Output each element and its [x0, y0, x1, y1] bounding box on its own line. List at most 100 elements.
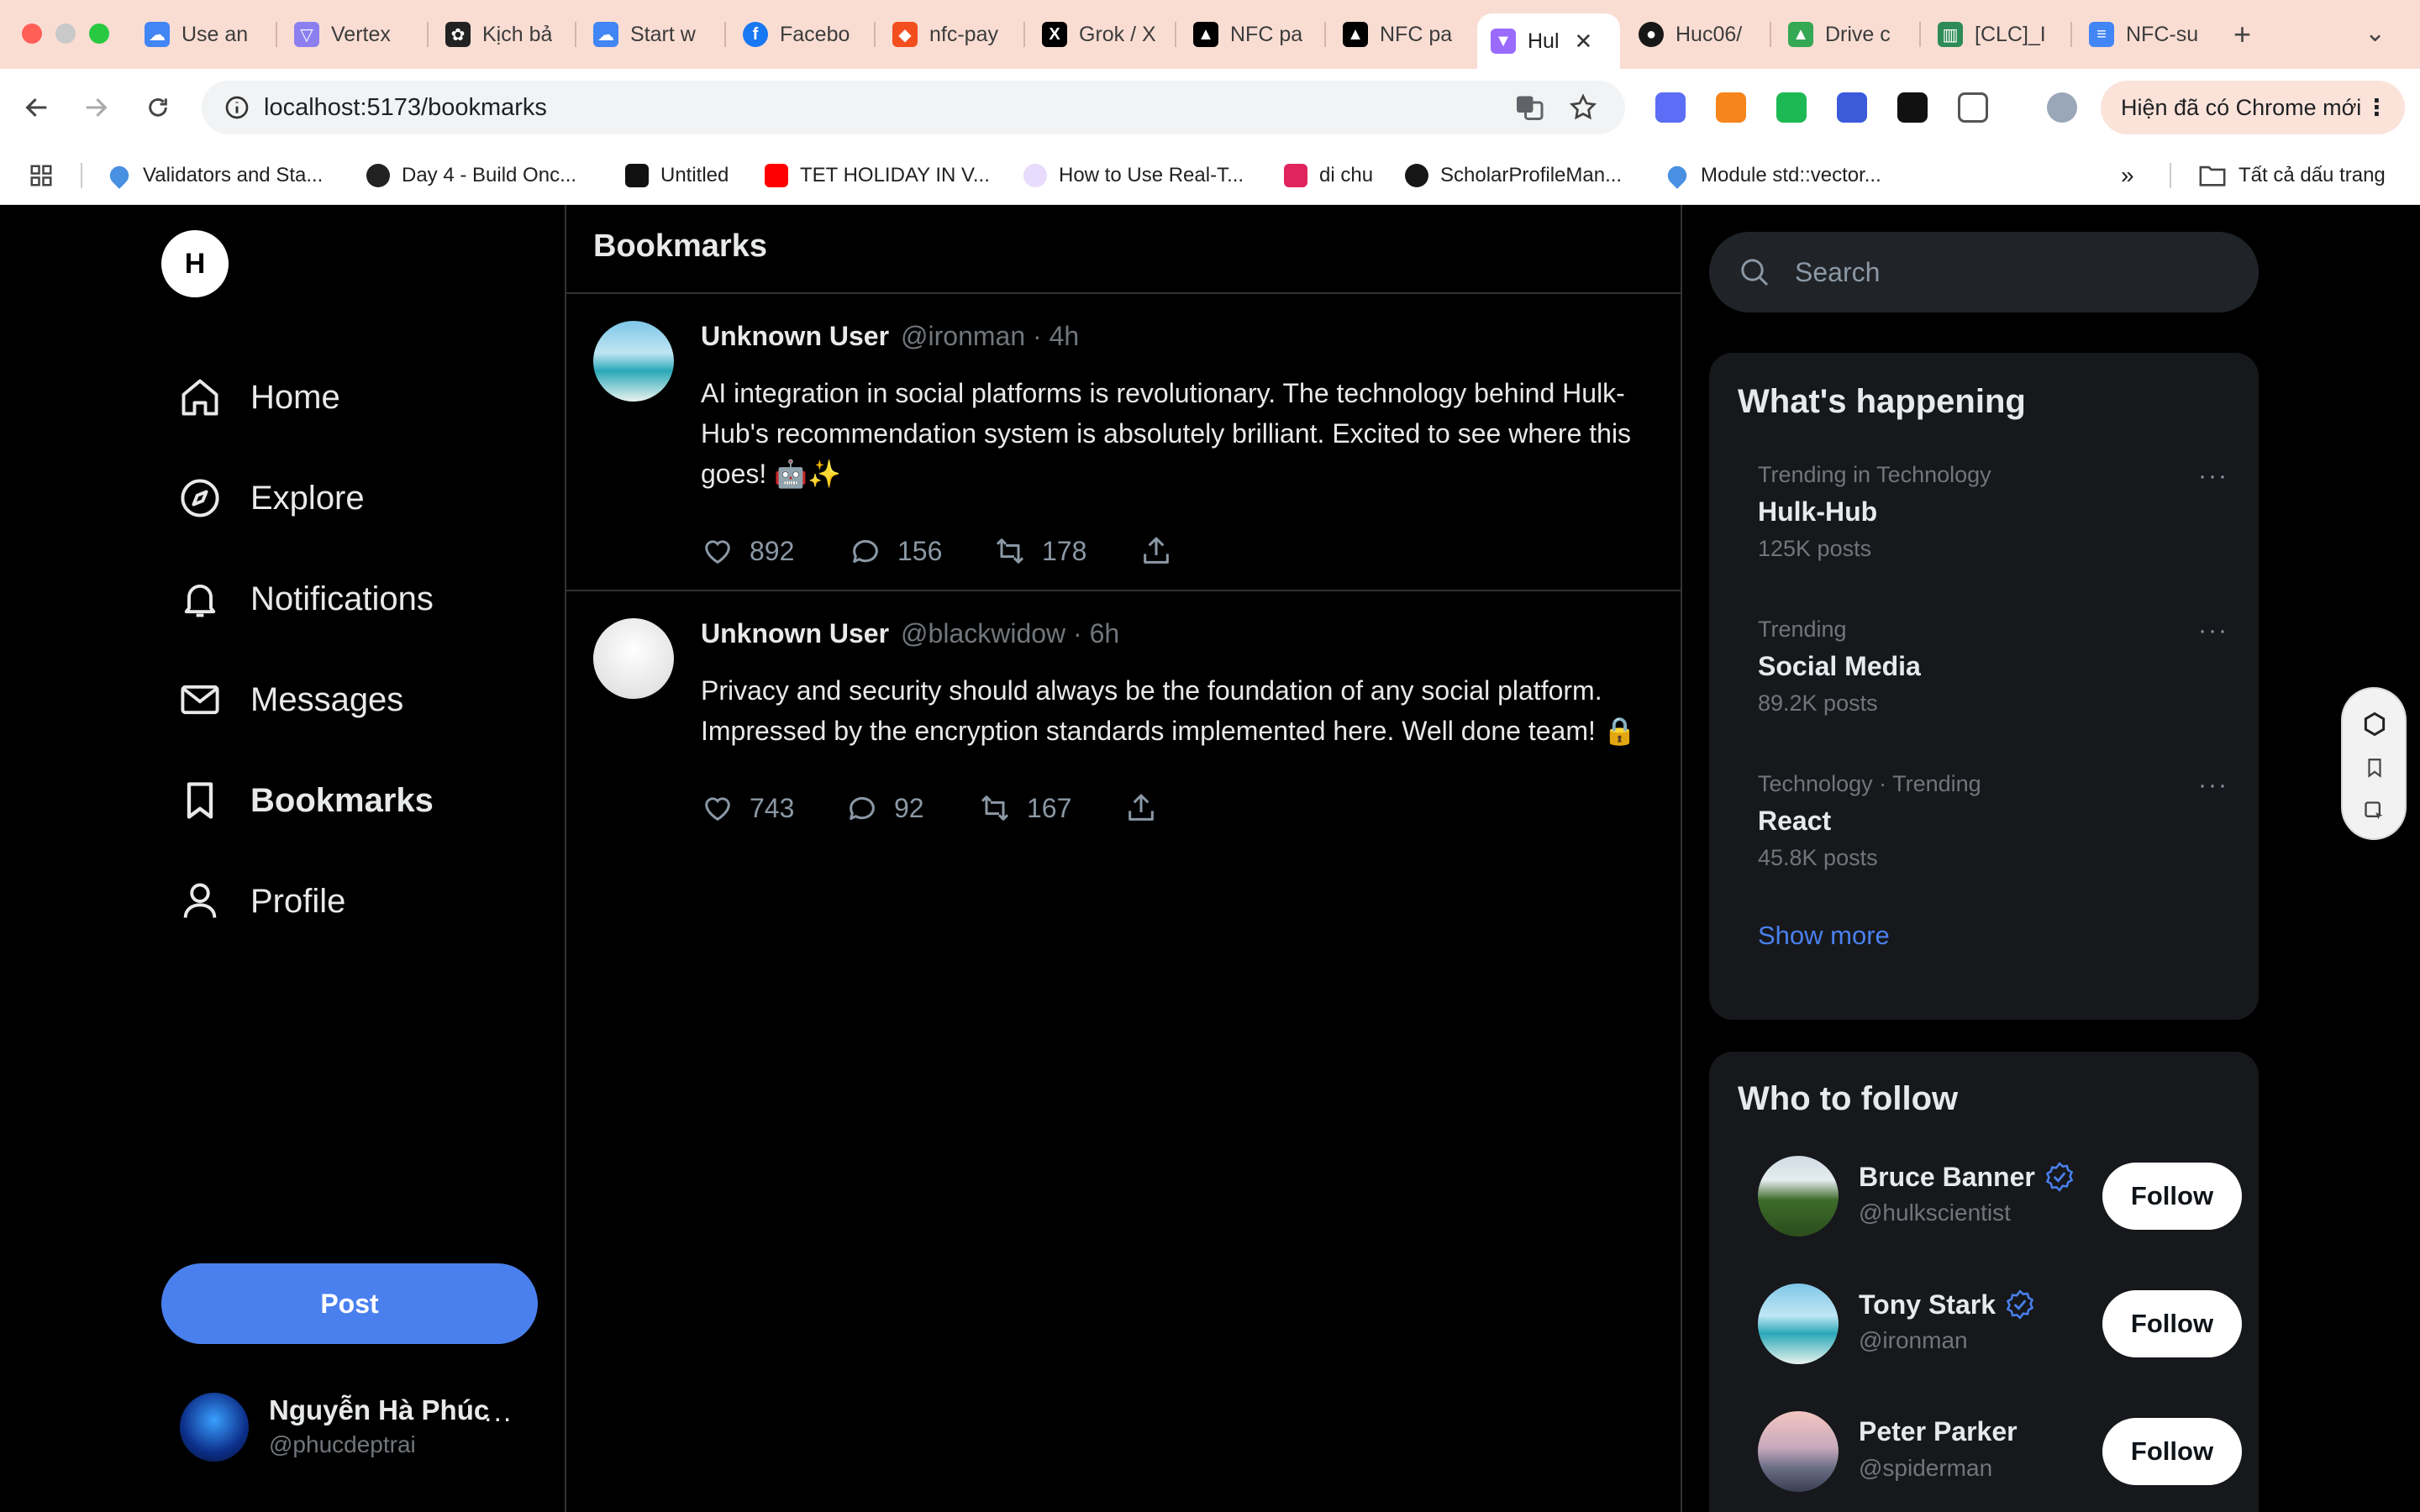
- chrome-update-button[interactable]: Hiện đã có Chrome mới ⋮: [2101, 81, 2405, 134]
- forward-button[interactable]: [77, 89, 114, 126]
- bookmark-item[interactable]: Untitled: [625, 161, 729, 190]
- follow-button[interactable]: Follow: [2102, 1290, 2242, 1357]
- nav-bookmarks[interactable]: Bookmarks: [178, 771, 434, 830]
- address-bar[interactable]: localhost:5173/bookmarks: [202, 81, 1625, 134]
- like-button[interactable]: 892: [701, 534, 794, 568]
- browser-tab[interactable]: ☁ Use an: [131, 13, 274, 55]
- browser-tab[interactable]: X Grok / X: [1028, 13, 1171, 55]
- browser-tab[interactable]: ✿ Kịch bả: [432, 13, 571, 55]
- screenshot-select-icon[interactable]: [2360, 796, 2390, 827]
- bookmark-item[interactable]: Module std::vector...: [1664, 161, 1881, 190]
- nav-messages[interactable]: Messages: [178, 670, 403, 729]
- extension-icon[interactable]: [1837, 92, 1867, 123]
- trend-item[interactable]: Trending Social Media 89.2K posts ···: [1758, 617, 2228, 717]
- puzzle-icon[interactable]: [1958, 92, 1988, 123]
- avatar[interactable]: [1758, 1156, 1839, 1236]
- avatar[interactable]: [1758, 1284, 1839, 1364]
- avatar[interactable]: [1758, 1411, 1839, 1492]
- show-more-link[interactable]: Show more: [1758, 921, 1890, 951]
- avatar[interactable]: [593, 618, 674, 699]
- extension-icon[interactable]: [1897, 92, 1928, 123]
- follow-suggestion[interactable]: Bruce Banner @hulkscientist Follow: [1758, 1156, 2242, 1238]
- browser-tab[interactable]: ≡ NFC-su: [2075, 13, 2215, 55]
- more-options-icon[interactable]: ···: [2198, 771, 2228, 800]
- follow-suggestion[interactable]: Peter Parker @spiderman Follow: [1758, 1411, 2242, 1494]
- app-logo[interactable]: H: [161, 230, 229, 297]
- browser-tab[interactable]: ▲ NFC pa: [1329, 13, 1472, 55]
- bookmark-icon[interactable]: [2360, 753, 2390, 783]
- new-tab-button[interactable]: +: [2233, 17, 2251, 52]
- all-bookmarks-folder[interactable]: Tất cả dấu trang: [2198, 161, 2386, 190]
- like-button[interactable]: 743: [701, 791, 794, 825]
- browser-tab[interactable]: f Facebo: [729, 13, 871, 55]
- metamask-icon[interactable]: [1716, 92, 1746, 123]
- kebab-menu-icon[interactable]: ⋮: [2365, 95, 2388, 121]
- bookmark-star-icon[interactable]: [1568, 92, 1598, 123]
- bookmark-item[interactable]: Validators and Sta...: [106, 161, 323, 190]
- browser-tab[interactable]: ▲ NFC pa: [1180, 13, 1321, 55]
- site-info-icon[interactable]: [224, 94, 250, 121]
- follow-suggestion[interactable]: Tony Stark @ironman Follow: [1758, 1284, 2242, 1366]
- bookmark-item[interactable]: TET HOLIDAY IN V...: [765, 161, 990, 190]
- browser-tab[interactable]: ● Huc06/: [1625, 13, 1766, 55]
- reply-button[interactable]: 92: [845, 791, 924, 825]
- trend-item[interactable]: Trending in Technology Hulk-Hub 125K pos…: [1758, 462, 2228, 562]
- bookmark-item[interactable]: Day 4 - Build Onc...: [366, 161, 576, 190]
- translate-icon[interactable]: [1514, 92, 1544, 123]
- close-window-button[interactable]: [22, 24, 42, 44]
- search-input[interactable]: Search: [1709, 232, 2259, 312]
- apps-grid-icon[interactable]: [29, 161, 54, 190]
- nav-explore[interactable]: Explore: [178, 469, 365, 528]
- follow-button[interactable]: Follow: [2102, 1418, 2242, 1485]
- post-card[interactable]: Unknown User @ironman · 4h AI integration…: [566, 321, 1681, 573]
- extension-icon[interactable]: [1776, 92, 1807, 123]
- account-switcher[interactable]: Nguyễn Hà Phúc @phucdeptrai ...: [180, 1393, 533, 1468]
- x-icon: X: [1042, 22, 1067, 47]
- repost-button[interactable]: 167: [978, 791, 1071, 825]
- share-button[interactable]: [1124, 791, 1173, 825]
- reload-button[interactable]: [139, 89, 176, 126]
- extension-icon[interactable]: [1655, 92, 1686, 123]
- facebook-icon: f: [743, 22, 768, 47]
- post-button[interactable]: Post: [161, 1263, 538, 1344]
- nav-notifications[interactable]: Notifications: [178, 570, 434, 628]
- back-button[interactable]: [18, 89, 55, 126]
- minimize-window-button[interactable]: [55, 24, 76, 44]
- heart-icon: [705, 797, 730, 822]
- follow-button[interactable]: Follow: [2102, 1163, 2242, 1230]
- bookmark-item[interactable]: ScholarProfileMan...: [1405, 161, 1622, 190]
- post-author-name[interactable]: Unknown User: [701, 321, 889, 351]
- post-author-name[interactable]: Unknown User: [701, 618, 889, 648]
- browser-tab[interactable]: ◆ nfc-pay: [879, 13, 1020, 55]
- browser-tab-active[interactable]: ▼ Hul ✕: [1477, 13, 1620, 69]
- browser-tab[interactable]: ▽ Vertex: [281, 13, 420, 55]
- more-bookmarks-chevron-icon[interactable]: »: [2121, 161, 2134, 190]
- browser-tab[interactable]: ☁ Start w: [580, 13, 721, 55]
- nav-home[interactable]: Home: [178, 368, 340, 427]
- share-button[interactable]: [1139, 534, 1188, 568]
- repost-icon: [996, 538, 1024, 564]
- more-options-icon[interactable]: ···: [2198, 617, 2228, 645]
- reply-button[interactable]: 156: [849, 534, 942, 568]
- hexagon-icon[interactable]: [2360, 709, 2390, 739]
- bookmark-item[interactable]: di chu: [1284, 161, 1373, 190]
- url-text: localhost:5173/bookmarks: [264, 94, 547, 121]
- share-icon: [1144, 537, 1169, 564]
- nav-profile[interactable]: Profile: [178, 872, 345, 931]
- more-options-icon[interactable]: ...: [484, 1396, 513, 1429]
- user-handle: @hulkscientist: [1859, 1200, 2011, 1226]
- trend-item[interactable]: Technology · Trending React 45.8K posts …: [1758, 771, 2228, 871]
- browser-tab[interactable]: ▲ Drive c: [1775, 13, 1916, 55]
- browser-tab[interactable]: ▥ [CLC]_I: [1924, 13, 2067, 55]
- maximize-window-button[interactable]: [89, 24, 109, 44]
- profile-avatar[interactable]: [2047, 92, 2077, 123]
- close-tab-icon[interactable]: ✕: [1575, 29, 1593, 55]
- bookmark-item[interactable]: How to Use Real-T...: [1023, 161, 1244, 190]
- repost-button[interactable]: 178: [993, 534, 1086, 568]
- post-text: AI integration in social platforms is re…: [701, 378, 1632, 489]
- more-options-icon[interactable]: ···: [2198, 462, 2228, 491]
- post-meta: @blackwidow · 6h: [901, 618, 1120, 648]
- tab-search-chevron-icon[interactable]: ⌄: [2365, 18, 2386, 48]
- avatar[interactable]: [593, 321, 674, 402]
- post-card[interactable]: Unknown User @blackwidow · 6h Privacy and…: [566, 618, 1681, 837]
